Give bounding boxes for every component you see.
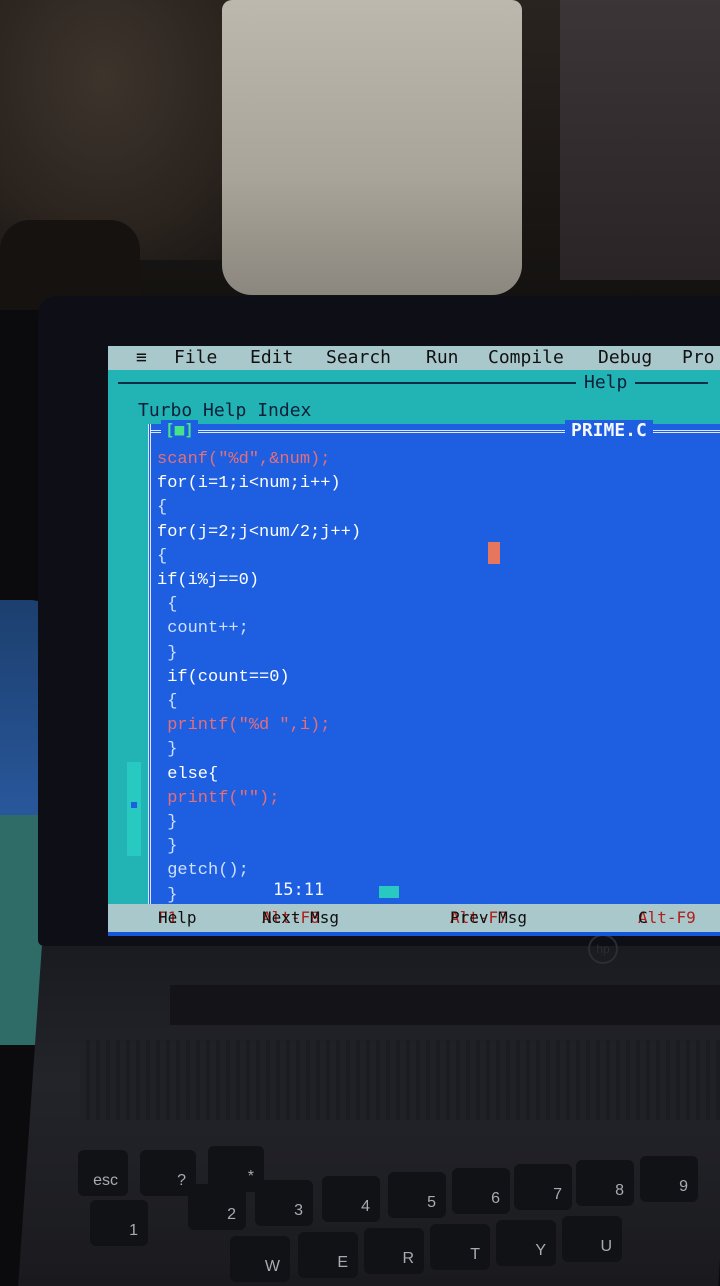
key-6[interactable]: 6 [452, 1168, 510, 1214]
menu-debug[interactable]: Debug [598, 346, 652, 370]
menu-file[interactable]: File [174, 346, 217, 370]
key-w[interactable]: W [230, 1236, 290, 1282]
speaker-grille [80, 1040, 720, 1120]
menu-project[interactable]: Pro [682, 346, 715, 370]
key-t[interactable]: T [430, 1224, 490, 1270]
code-line: { [167, 595, 178, 615]
help-index-title: Turbo Help Index [138, 400, 312, 421]
laptop-hinge [170, 985, 720, 1025]
help-title: Help [576, 370, 636, 396]
key-5[interactable]: 5 [388, 1172, 446, 1218]
key-3[interactable]: 3 [255, 1180, 313, 1226]
horizontal-scrollbar[interactable] [379, 886, 399, 898]
code-line: } [167, 643, 178, 663]
code-line: } [167, 837, 178, 857]
menu-compile[interactable]: Compile [488, 346, 564, 370]
code-line: count++; [167, 619, 249, 639]
key-2[interactable]: 2 [188, 1184, 246, 1230]
code-area[interactable]: scanf("%d",&num); for(i=1;i<num;i++) { f… [157, 448, 361, 908]
key-1[interactable]: 1 [90, 1200, 148, 1246]
code-line: { [167, 692, 178, 712]
key-4[interactable]: 4 [322, 1176, 380, 1222]
cursor-position: 15:11 [267, 880, 331, 900]
key-e[interactable]: E [298, 1232, 358, 1278]
key-9[interactable]: 9 [640, 1156, 698, 1202]
code-line: } [167, 813, 178, 833]
system-menu-icon[interactable]: ≡ [136, 346, 147, 370]
dark-fabric [560, 0, 720, 280]
editor-filename: PRIME.C [565, 420, 653, 441]
laptop-screen: ≡ File Edit Search Run Compile Debug Pro… [108, 346, 720, 936]
scroll-thumb-icon[interactable] [131, 802, 137, 808]
help-title-bar: Help [108, 370, 720, 396]
key-esc[interactable]: esc [78, 1150, 128, 1196]
code-line: else{ [167, 764, 219, 784]
code-line: getch(); [167, 861, 249, 881]
room-background [0, 0, 720, 310]
hp-logo: hp [588, 934, 618, 964]
key-8[interactable]: 8 [576, 1160, 634, 1206]
editor-window[interactable]: [■] PRIME.C scanf("%d",&num); for(i=1;i<… [127, 420, 720, 928]
key-y[interactable]: Y [496, 1220, 556, 1266]
code-line: { [157, 546, 168, 566]
code-line: scanf("%d",&num); [157, 450, 331, 469]
code-line: for(j=2;j<num/2;j++) [157, 522, 362, 542]
code-line: if(i%j==0) [157, 571, 260, 591]
menu-search[interactable]: Search [326, 346, 391, 370]
status-bar: F1 Help Alt-F8 Next Msg Alt-F7 Prev Msg … [108, 904, 720, 932]
code-line: { [157, 498, 168, 518]
help-window: Turbo Help Index [■] PRIME.C scanf("%d",… [108, 396, 720, 928]
hanging-cloth [222, 0, 522, 295]
menu-edit[interactable]: Edit [250, 346, 293, 370]
key-u[interactable]: U [562, 1216, 622, 1262]
close-box-icon[interactable]: [■] [161, 420, 198, 439]
code-line: for(i=1;i<num;i++) [157, 474, 341, 494]
menu-bar: ≡ File Edit Search Run Compile Debug Pro [108, 346, 720, 370]
code-line: } [167, 885, 178, 905]
code-line: if(count==0) [167, 667, 290, 687]
code-line: printf(""); [167, 788, 280, 808]
vertical-scrollbar[interactable] [127, 762, 141, 856]
text-cursor [488, 542, 500, 564]
code-line: printf("%d ",i); [167, 716, 331, 736]
menu-run[interactable]: Run [426, 346, 459, 370]
key-7[interactable]: 7 [514, 1164, 572, 1210]
key-r[interactable]: R [364, 1228, 424, 1274]
code-line: } [167, 740, 178, 760]
